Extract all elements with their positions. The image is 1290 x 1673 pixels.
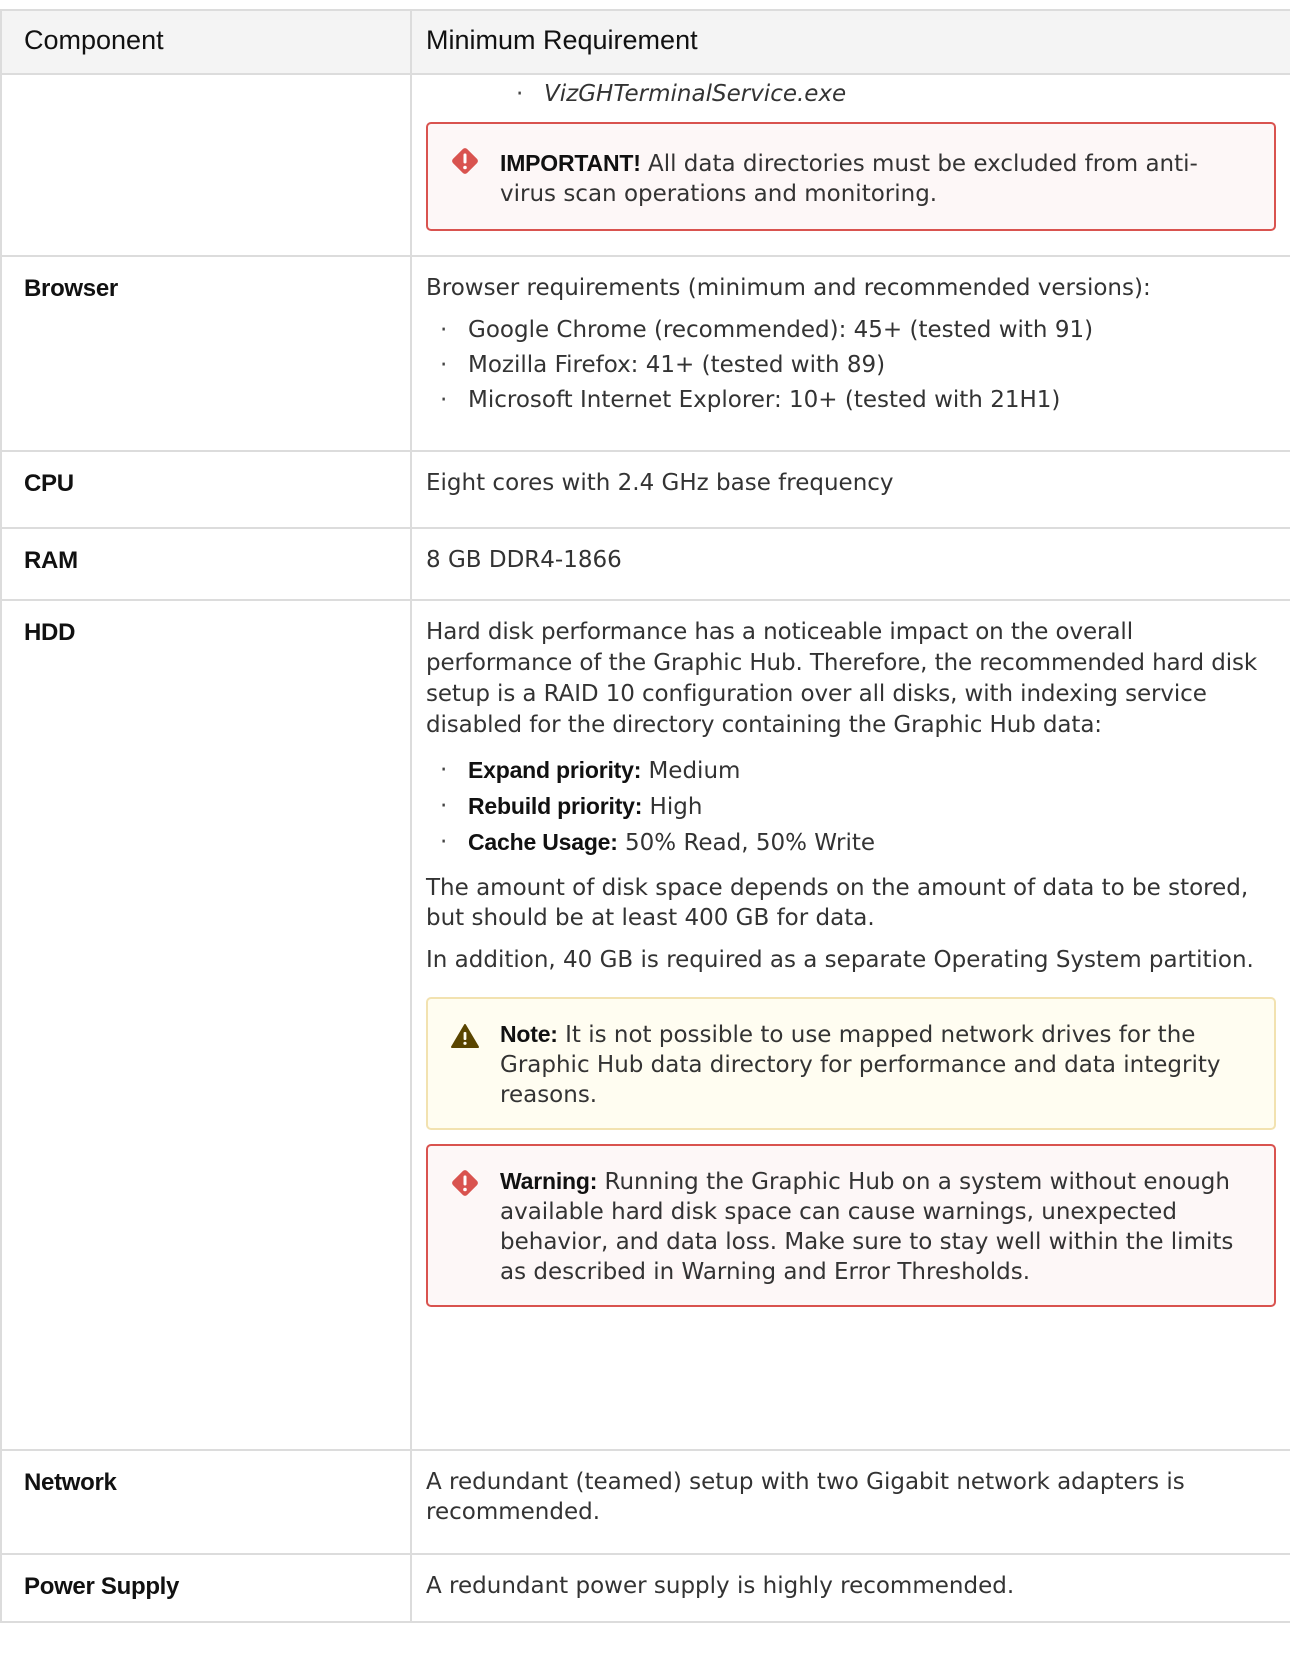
table-row-network: Network A redundant (teamed) setup with … [0, 1449, 1290, 1555]
hdd-intro: Hard disk performance has a noticeable i… [426, 619, 1258, 738]
requirement-cell: VizGHTerminalService.exe IMPORTANT! All … [410, 73, 1290, 257]
list-item: Mozilla Firefox: 41+ (tested with 89) [426, 348, 1276, 383]
component-cell: CPU [0, 450, 412, 529]
hdd-os-partition: In addition, 40 GB is required as a sepa… [426, 947, 1254, 973]
table-row-cpu: CPU Eight cores with 2.4 GHz base freque… [0, 450, 1290, 529]
requirement-cell: A redundant power supply is highly recom… [410, 1553, 1290, 1623]
requirement-cell: Hard disk performance has a noticeable i… [410, 599, 1290, 1451]
warning-callout: Warning: Running the Graphic Hub on a sy… [426, 1144, 1276, 1307]
component-cell-empty [0, 73, 412, 257]
requirement-cell: Browser requirements (minimum and recomm… [410, 255, 1290, 452]
list-item: Expand priority: Medium [426, 753, 1276, 789]
warning-text: Running the Graphic Hub on a system with… [500, 1169, 1234, 1285]
component-cell: HDD [0, 599, 412, 1451]
note-callout: Note: It is not possible to use mapped n… [426, 997, 1276, 1130]
error-diamond-icon [452, 148, 478, 174]
list-item: Rebuild priority: High [426, 789, 1276, 825]
important-callout: IMPORTANT! All data directories must be … [426, 122, 1276, 231]
column-header-component: Component [0, 9, 412, 75]
list-item: VizGHTerminalService.exe [502, 77, 1276, 112]
table-header-row: Component Minimum Requirement [0, 9, 1290, 75]
note-text: It is not possible to use mapped network… [500, 1022, 1221, 1108]
note-label: Note: [500, 1021, 558, 1047]
list-item: Google Chrome (recommended): 45+ (tested… [426, 313, 1276, 348]
requirement-cell: Eight cores with 2.4 GHz base frequency [410, 450, 1290, 529]
component-cell: Power Supply [0, 1553, 412, 1623]
list-item: Microsoft Internet Explorer: 10+ (tested… [426, 383, 1276, 418]
error-diamond-icon [452, 1170, 478, 1196]
list-item: Cache Usage: 50% Read, 50% Write [426, 825, 1276, 861]
table-row-power-supply: Power Supply A redundant power supply is… [0, 1553, 1290, 1623]
requirement-cell: 8 GB DDR4-1866 [410, 527, 1290, 601]
table-row-ram: RAM 8 GB DDR4-1866 [0, 527, 1290, 601]
requirement-cell: A redundant (teamed) setup with two Giga… [410, 1449, 1290, 1555]
component-cell: Network [0, 1449, 412, 1555]
column-header-minimum-requirement: Minimum Requirement [410, 9, 1290, 75]
browser-intro: Browser requirements (minimum and recomm… [426, 275, 1151, 301]
warning-label: Warning: [500, 1168, 598, 1194]
component-cell: RAM [0, 527, 412, 601]
table-row-browser: Browser Browser requirements (minimum an… [0, 255, 1290, 452]
table-row-continued: VizGHTerminalService.exe IMPORTANT! All … [0, 73, 1290, 257]
hdd-space: The amount of disk space depends on the … [426, 875, 1249, 931]
table-row-hdd: HDD Hard disk performance has a noticeab… [0, 599, 1290, 1451]
warning-triangle-icon [451, 1024, 479, 1048]
important-label: IMPORTANT! [500, 150, 641, 176]
requirements-table: Component Minimum Requirement VizGHTermi… [0, 9, 1290, 1623]
component-cell: Browser [0, 255, 412, 452]
